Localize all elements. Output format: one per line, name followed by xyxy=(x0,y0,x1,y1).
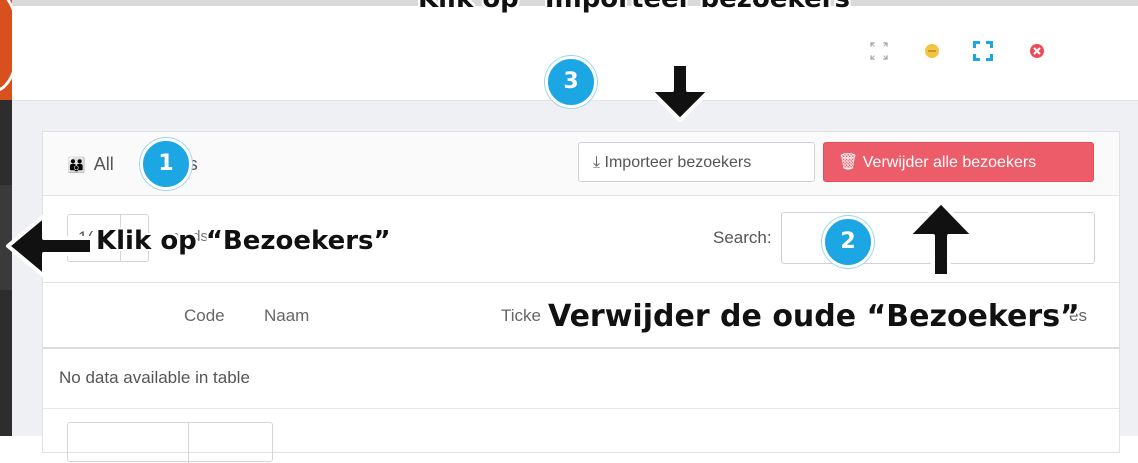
annotation-import-instruction: Klik op “Importeer bezoekers” xyxy=(418,0,867,14)
compress-icon[interactable] xyxy=(868,40,890,62)
column-header-naam[interactable]: Naam xyxy=(264,306,309,326)
pagination[interactable] xyxy=(67,422,273,463)
expand-icon[interactable] xyxy=(972,40,994,62)
arrow-down-icon xyxy=(648,62,712,122)
users-icon: 👪 xyxy=(67,157,86,174)
pagination-divider xyxy=(188,423,189,463)
annotation-delete-instruction: Verwijder de oude “Bezoekers” xyxy=(548,299,1080,334)
table-empty-row: No data available in table xyxy=(43,348,1119,409)
empty-message: No data available in table xyxy=(59,368,250,387)
panel-heading: 👪Allekers ⤓ Importeer bezoekers 🗑 Verwij… xyxy=(43,132,1119,196)
search-label: Search: xyxy=(713,228,772,247)
step-badge-2: 2 xyxy=(822,216,874,268)
minimize-icon[interactable] xyxy=(921,40,943,62)
delete-all-visitors-button[interactable]: 🗑 Verwijder alle bezoekers xyxy=(823,142,1094,182)
column-header-ticket[interactable]: Ticke xyxy=(501,306,541,326)
bezoekers-panel: 👪Allekers ⤓ Importeer bezoekers 🗑 Verwij… xyxy=(42,131,1120,463)
step-badge-3: 3 xyxy=(545,56,597,108)
arrow-up-icon xyxy=(906,200,976,278)
panel-title-text: All xyxy=(93,154,114,174)
step-badge-1: 1 xyxy=(140,138,192,190)
close-icon[interactable] xyxy=(1026,40,1048,62)
column-header-code[interactable]: Code xyxy=(184,306,225,326)
annotation-bezoekers-instruction: Klik op “Bezoekers” xyxy=(96,226,391,256)
arrow-left-icon xyxy=(6,214,94,278)
import-visitors-button[interactable]: ⤓ Importeer bezoekers xyxy=(578,142,815,182)
